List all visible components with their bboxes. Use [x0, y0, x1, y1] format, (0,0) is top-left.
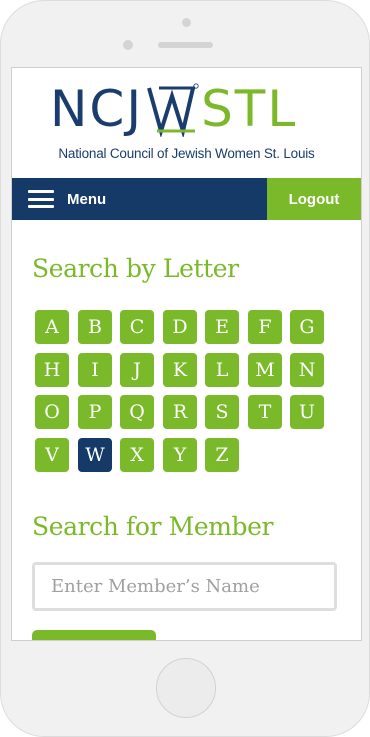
letter-button-u[interactable]: U [290, 395, 324, 429]
letter-button-d[interactable]: D [163, 310, 197, 344]
site-logo[interactable]: NCJ STL National Council of Jewish Women… [12, 68, 361, 178]
letter-button-o[interactable]: O [35, 395, 69, 429]
letter-button-w[interactable]: W [78, 438, 112, 472]
hamburger-icon [28, 190, 54, 208]
letter-button-r[interactable]: R [163, 395, 197, 429]
letter-button-n[interactable]: N [290, 353, 324, 387]
logo-right-text: STL [201, 80, 298, 138]
member-name-input[interactable] [32, 562, 337, 611]
menu-button[interactable]: Menu [28, 178, 106, 220]
letter-button-f[interactable]: F [248, 310, 282, 344]
letter-button-a[interactable]: A [35, 310, 69, 344]
search-for-member-title: Search for Member [32, 512, 274, 541]
search-by-letter-title: Search by Letter [32, 254, 239, 283]
logo-subtitle: National Council of Jewish Women St. Lou… [58, 146, 315, 161]
letter-button-y[interactable]: Y [163, 438, 197, 472]
nav-bar: Menu Logout [12, 178, 361, 220]
letter-button-x[interactable]: X [120, 438, 154, 472]
front-sensor [182, 18, 191, 27]
letter-button-m[interactable]: M [248, 353, 282, 387]
letter-button-v[interactable]: V [35, 438, 69, 472]
letter-button-t[interactable]: T [248, 395, 282, 429]
letter-button-s[interactable]: S [205, 395, 239, 429]
logout-button[interactable]: Logout [267, 178, 361, 220]
home-button[interactable] [156, 658, 216, 718]
phone-frame: NCJ STL National Council of Jewish Women… [0, 0, 370, 737]
letter-button-c[interactable]: C [120, 310, 154, 344]
letter-button-p[interactable]: P [78, 395, 112, 429]
search-button[interactable] [32, 630, 156, 640]
letter-button-e[interactable]: E [205, 310, 239, 344]
menu-label: Menu [67, 190, 107, 208]
logo-left-text: NCJ [50, 80, 144, 138]
screen: NCJ STL National Council of Jewish Women… [11, 67, 362, 641]
letter-button-b[interactable]: B [78, 310, 112, 344]
letter-button-j[interactable]: J [120, 353, 154, 387]
logo-w-mark-icon [147, 83, 199, 137]
letter-button-k[interactable]: K [163, 353, 197, 387]
letter-button-h[interactable]: H [35, 353, 69, 387]
letter-button-i[interactable]: I [78, 353, 112, 387]
letter-button-z[interactable]: Z [205, 438, 239, 472]
logo-wordmark: NCJ STL [50, 82, 297, 137]
letter-button-q[interactable]: Q [120, 395, 154, 429]
letter-button-g[interactable]: G [290, 310, 324, 344]
earpiece-speaker [158, 42, 213, 48]
letter-button-l[interactable]: L [205, 353, 239, 387]
front-camera [123, 40, 133, 50]
